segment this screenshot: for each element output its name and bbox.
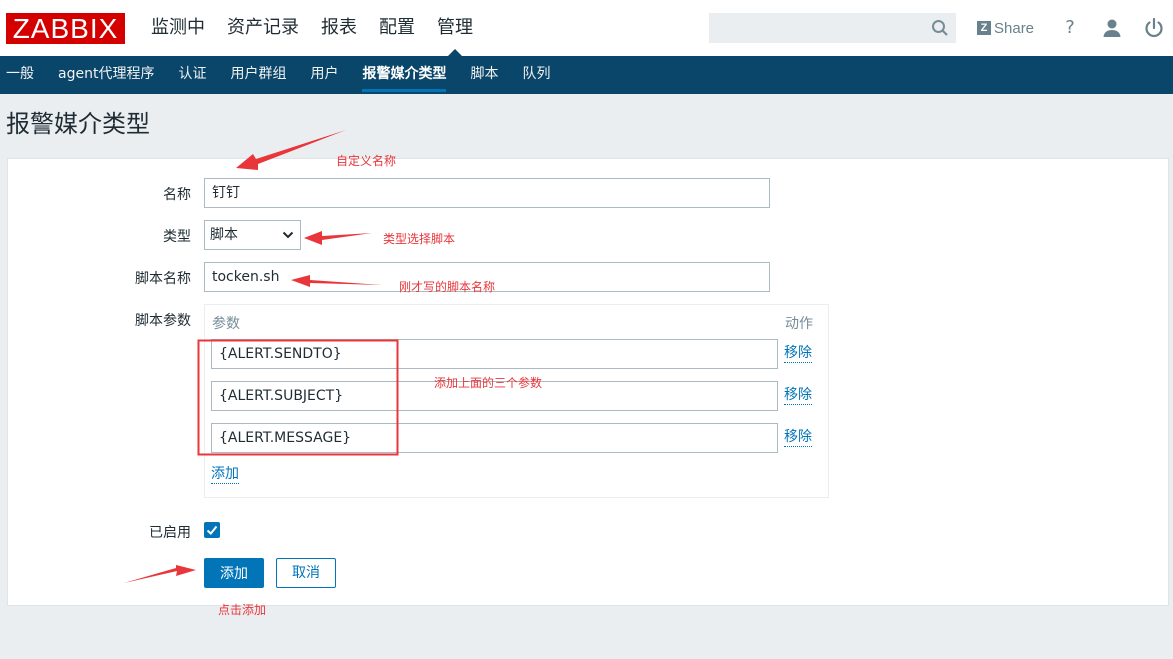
annotation-add-params: 添加上面的三个参数 (434, 376, 543, 390)
type-select-value: 脚本 (210, 227, 238, 243)
menu-item-reports[interactable]: 报表 (310, 0, 368, 56)
subnav-item-queue[interactable]: 队列 (510, 56, 562, 94)
annotation-script-name: 刚才写的脚本名称 (399, 280, 496, 294)
checkmark-icon (206, 525, 218, 535)
annotation-click-add: 点击添加 (218, 603, 267, 617)
subnav-item-scripts[interactable]: 脚本 (458, 56, 510, 94)
help-icon[interactable]: ? (1058, 16, 1082, 40)
params-column-header: 参数 (212, 316, 240, 332)
top-header: ZABBIX 监测中 资产记录 报表 配置 管理 Z Share ? (0, 0, 1173, 56)
name-label: 名称 (163, 187, 191, 203)
zabbix-share-icon: Z (977, 21, 991, 35)
script-name-label: 脚本名称 (135, 271, 191, 287)
main-menu: 监测中 资产记录 报表 配置 管理 (140, 0, 484, 56)
remove-param-link[interactable]: 移除 (784, 345, 812, 363)
subnav-item-general[interactable]: 一般 (0, 56, 46, 94)
page-title: 报警媒介类型 (6, 110, 150, 138)
search-input[interactable] (709, 13, 956, 43)
remove-param-link[interactable]: 移除 (784, 429, 812, 447)
search-icon[interactable] (931, 19, 949, 37)
sub-navigation: 一般 agent代理程序 认证 用户群组 用户 报警媒介类型 脚本 队列 (0, 56, 1173, 94)
subnav-item-users[interactable]: 用户 (298, 56, 350, 94)
zabbix-logo[interactable]: ZABBIX (6, 13, 125, 44)
script-params-label: 脚本参数 (135, 313, 191, 329)
annotation-type-select: 类型选择脚本 (383, 232, 456, 246)
subnav-item-user-groups[interactable]: 用户群组 (218, 56, 298, 94)
type-select[interactable]: 脚本 (204, 220, 301, 250)
subnav-item-media-types[interactable]: 报警媒介类型 (350, 56, 458, 94)
cancel-button[interactable]: 取消 (276, 558, 336, 588)
power-icon[interactable] (1142, 16, 1166, 40)
menu-item-administration[interactable]: 管理 (426, 0, 484, 56)
name-input[interactable]: 钉钉 (204, 178, 770, 208)
param-input-message[interactable]: {ALERT.MESSAGE} (211, 423, 778, 453)
type-label: 类型 (163, 229, 191, 245)
add-button[interactable]: 添加 (204, 558, 264, 588)
menu-item-configuration[interactable]: 配置 (368, 0, 426, 56)
annotation-custom-name: 自定义名称 (336, 154, 397, 168)
subnav-item-authentication[interactable]: 认证 (166, 56, 218, 94)
user-profile-icon[interactable] (1100, 16, 1124, 40)
share-button[interactable]: Z Share (977, 17, 1034, 39)
param-input-sendto[interactable]: {ALERT.SENDTO} (211, 339, 778, 369)
enabled-label: 已启用 (149, 525, 191, 541)
subnav-item-proxies[interactable]: agent代理程序 (46, 56, 166, 94)
menu-item-monitoring[interactable]: 监测中 (140, 0, 216, 56)
add-param-link[interactable]: 添加 (211, 466, 239, 484)
share-label: Share (994, 19, 1035, 37)
chevron-down-icon (282, 231, 294, 239)
action-column-header: 动作 (785, 316, 813, 332)
remove-param-link[interactable]: 移除 (784, 387, 812, 405)
menu-item-inventory[interactable]: 资产记录 (216, 0, 310, 56)
enabled-checkbox[interactable] (204, 522, 220, 538)
